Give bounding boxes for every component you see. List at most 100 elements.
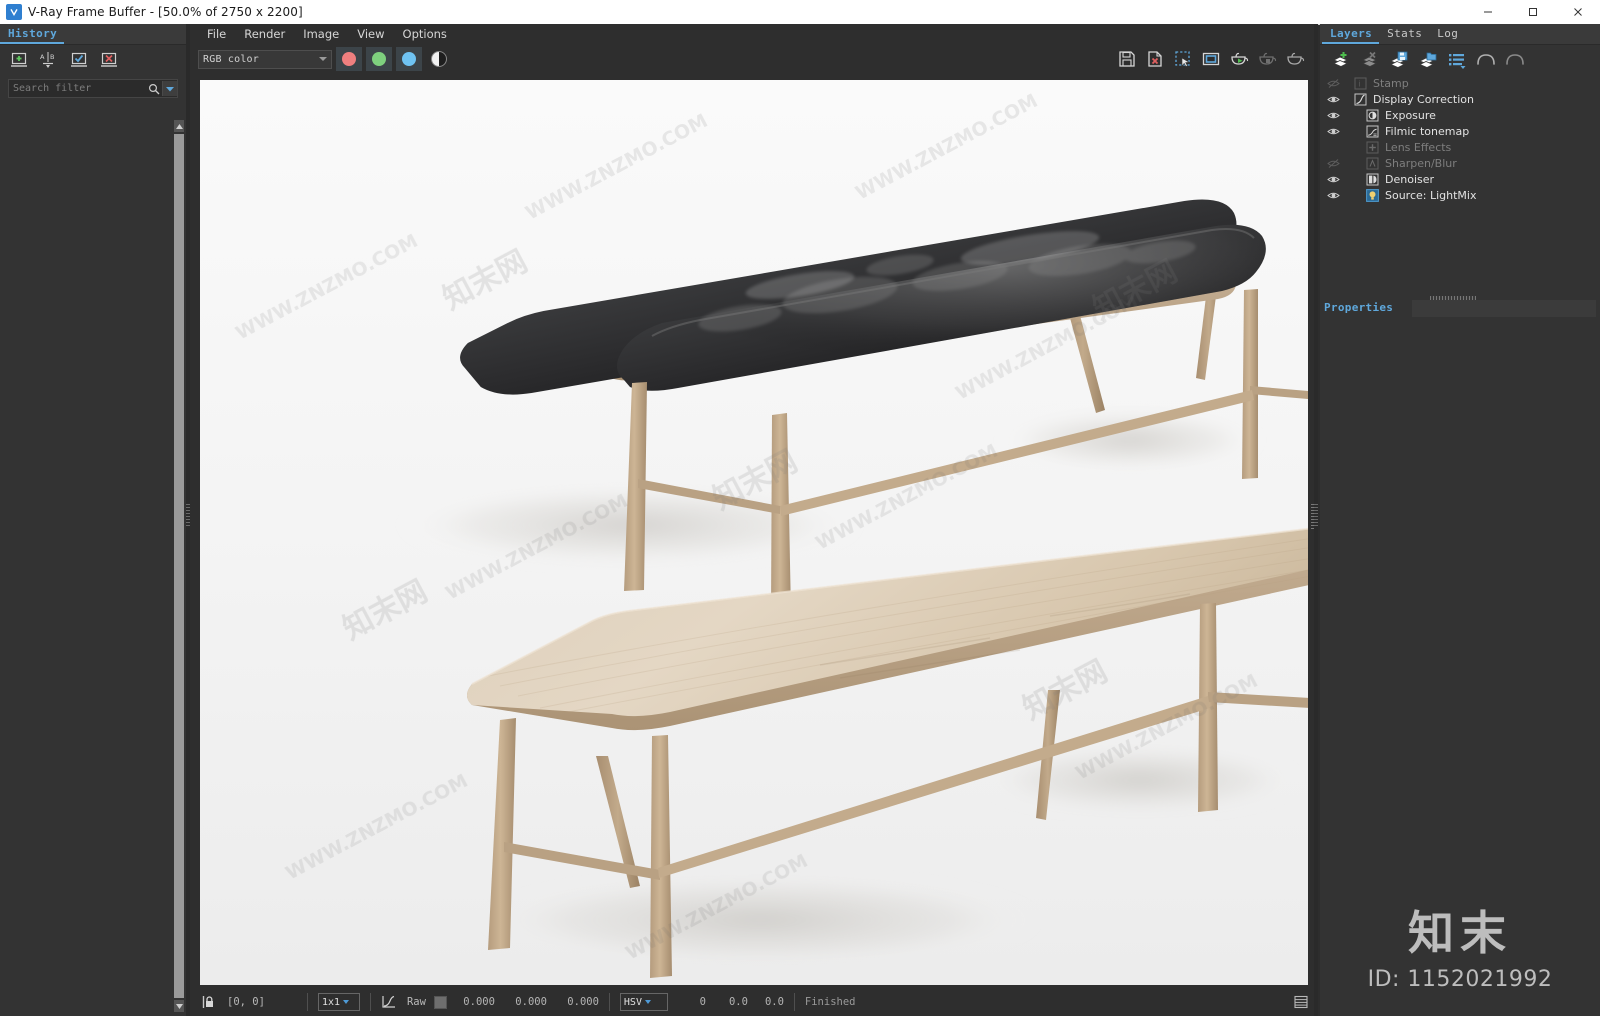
menu-view[interactable]: View [348, 25, 393, 43]
render-canvas[interactable]: WWW.ZNZMO.COM WWW.ZNZMO.COM WWW.ZNZMO.CO… [200, 80, 1308, 985]
vray-frame-buffer-window: V-Ray Frame Buffer - [50.0% of 2750 x 22… [0, 0, 1600, 1016]
layout-toggle-icon[interactable] [1294, 995, 1308, 1009]
save-to-history-button[interactable] [8, 50, 30, 70]
layer-row-exposure[interactable]: Exposure [1320, 107, 1600, 123]
layer-label: Source: LightMix [1385, 188, 1477, 202]
visibility-off-icon[interactable] [1324, 78, 1342, 89]
visibility-on-icon[interactable] [1324, 174, 1342, 185]
red-channel-button[interactable] [336, 47, 362, 71]
render-frame[interactable]: WWW.ZNZMO.COM WWW.ZNZMO.COM WWW.ZNZMO.CO… [200, 80, 1308, 985]
history-scrollbar[interactable] [172, 120, 186, 1012]
save-image-button[interactable] [1116, 48, 1138, 70]
history-tabbar: History [0, 24, 186, 45]
right-splitter[interactable] [1314, 24, 1318, 1016]
tab-log[interactable]: Log [1429, 26, 1465, 44]
history-panel: History A B [0, 24, 187, 1016]
start-render-button[interactable] [1228, 48, 1250, 70]
layer-label: Filmic tonemap [1385, 124, 1470, 138]
menu-image[interactable]: Image [294, 25, 348, 43]
close-button[interactable] [1555, 0, 1600, 24]
scroll-down-button[interactable] [174, 1000, 184, 1012]
layer-row-lens-effects[interactable]: Lens Effects [1320, 139, 1600, 155]
render-region-button[interactable] [1172, 48, 1194, 70]
chevron-down-icon [319, 57, 327, 61]
layer-presets-button[interactable] [1446, 50, 1468, 70]
lightmix-icon [1364, 188, 1381, 202]
layers-toolbar [1320, 45, 1600, 75]
follow-mouse-button[interactable] [1284, 48, 1306, 70]
properties-header: Properties [1320, 294, 1600, 320]
save-layers-button[interactable] [1388, 50, 1410, 70]
visibility-on-icon[interactable] [1324, 94, 1342, 105]
layer-row-filmic-tonemap[interactable]: Filmic tonemap [1320, 123, 1600, 139]
layer-label: Sharpen/Blur [1385, 156, 1457, 170]
menu-file[interactable]: File [198, 25, 235, 43]
color-curve-icon[interactable] [381, 995, 397, 1009]
menu-render[interactable]: Render [235, 25, 294, 43]
raw-value-g: 0.000 [515, 996, 547, 1008]
load-from-history-button[interactable] [68, 50, 90, 70]
search-options-button[interactable] [162, 81, 177, 96]
fit-to-view-button[interactable] [1200, 48, 1222, 70]
hsv-value-v: 0.0 [764, 996, 784, 1008]
blue-channel-button[interactable] [396, 47, 422, 71]
site-watermark: 知末 ID: 1152021992 [1320, 897, 1600, 992]
hsv-value-h: 0 [699, 996, 706, 1008]
status-bar: [0, 0] 1x1 Raw 0.000 0.000 0.000 HSV 0 0… [190, 988, 1318, 1016]
layer-label: Lens Effects [1385, 140, 1452, 154]
minimize-button[interactable] [1465, 0, 1510, 24]
properties-title-field[interactable] [1412, 300, 1596, 317]
history-search-box[interactable] [8, 79, 178, 98]
visibility-on-icon[interactable] [1324, 110, 1342, 121]
delete-layer-button[interactable] [1359, 50, 1381, 70]
tab-layers[interactable]: Layers [1322, 26, 1380, 44]
maximize-button[interactable] [1510, 0, 1555, 24]
undo-button[interactable] [1475, 50, 1497, 70]
sample-size-select[interactable]: 1x1 [317, 993, 360, 1011]
load-layers-button[interactable] [1417, 50, 1439, 70]
channel-select[interactable]: RGB color [198, 49, 332, 69]
tab-properties[interactable]: Properties [1324, 301, 1393, 314]
add-layer-button[interactable] [1330, 50, 1352, 70]
layer-row-display-correction[interactable]: Display Correction [1320, 91, 1600, 107]
tab-stats[interactable]: Stats [1379, 26, 1429, 44]
color-mode-select[interactable]: HSV [619, 993, 668, 1011]
right-splitter-grip[interactable] [1314, 504, 1318, 528]
stop-render-button[interactable] [1256, 48, 1278, 70]
search-icon [146, 83, 162, 95]
chevron-down-icon [644, 1000, 651, 1004]
visibility-off-icon[interactable] [1324, 158, 1342, 169]
hsv-value-s: 0.0 [728, 996, 748, 1008]
channel-select-value: RGB color [203, 53, 259, 65]
menu-options[interactable]: Options [394, 25, 456, 43]
clear-image-button[interactable] [1144, 48, 1166, 70]
layers-list[interactable]: i Stamp Display Correction Exposure Film… [1320, 75, 1600, 203]
redo-button[interactable] [1504, 50, 1526, 70]
alpha-channel-button[interactable] [426, 47, 452, 71]
layer-row-stamp[interactable]: i Stamp [1320, 75, 1600, 91]
layer-row-sharpen-blur[interactable]: Sharpen/Blur [1320, 155, 1600, 171]
history-scroll-thumb[interactable] [174, 134, 184, 998]
green-channel-button[interactable] [366, 47, 392, 71]
window-title: V-Ray Frame Buffer - [50.0% of 2750 x 22… [28, 5, 303, 19]
sample-size-value: 1x1 [321, 996, 340, 1008]
tab-history[interactable]: History [0, 26, 65, 44]
lock-pixel-icon[interactable] [202, 994, 217, 1010]
layer-row-denoiser[interactable]: Denoiser [1320, 171, 1600, 187]
visibility-on-icon[interactable] [1324, 190, 1342, 201]
history-list[interactable] [0, 120, 170, 1016]
search-input[interactable] [9, 82, 146, 95]
watermark-id-text: ID: 1152021992 [1367, 967, 1553, 992]
visibility-on-icon[interactable] [1324, 126, 1342, 137]
scroll-up-button[interactable] [174, 120, 184, 132]
layer-label: Display Correction [1373, 92, 1474, 106]
layer-label: Denoiser [1385, 172, 1435, 186]
layer-label: Exposure [1385, 108, 1436, 122]
compare-ab-button[interactable]: A B [38, 50, 60, 70]
layer-row-source-lightmix[interactable]: Source: LightMix [1320, 187, 1600, 203]
svg-text:A: A [40, 53, 45, 61]
raw-label: Raw [406, 996, 426, 1008]
delete-history-button[interactable] [98, 50, 120, 70]
watermark-chinese-text: 知末 [1408, 906, 1512, 960]
window-controls [1465, 0, 1600, 24]
